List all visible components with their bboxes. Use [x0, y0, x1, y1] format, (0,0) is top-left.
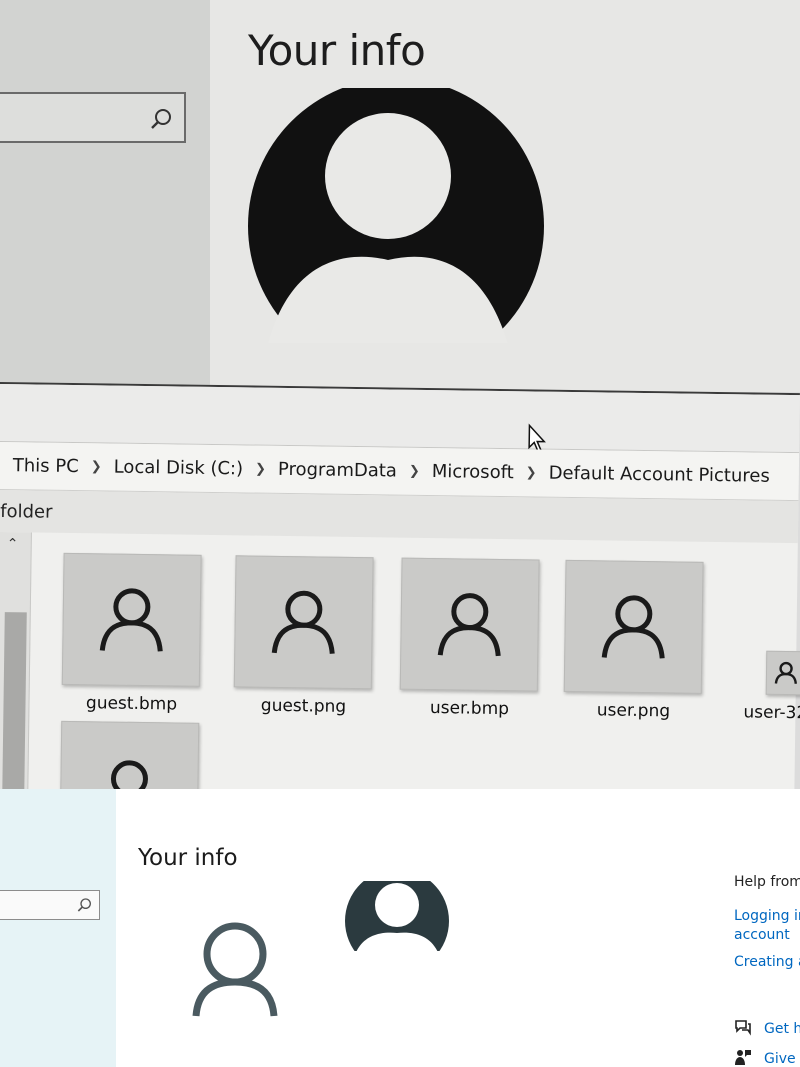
settings-search-box[interactable]: [0, 890, 100, 920]
user-icon: [774, 661, 798, 684]
give-feedback-label[interactable]: Give f: [764, 1051, 800, 1067]
file-thumbnail[interactable]: [399, 557, 540, 692]
file-name[interactable]: user-32: [743, 702, 800, 723]
breadcrumb-default-account-pictures[interactable]: Default Account Pictures: [548, 463, 769, 487]
breadcrumb-local-disk[interactable]: Local Disk (C:): [114, 457, 244, 480]
settings-sidebar: [0, 789, 116, 1067]
chat-help-icon: [734, 1018, 752, 1040]
file-name[interactable]: guest.png: [233, 695, 373, 717]
user-icon: [601, 595, 665, 659]
file-thumbnail[interactable]: [60, 720, 200, 795]
settings-sidebar: [0, 0, 210, 392]
chevron-right-icon: ❯: [408, 463, 420, 479]
page-title: Your info: [248, 26, 426, 75]
file-thumbnail[interactable]: [563, 559, 704, 694]
breadcrumb-this-pc[interactable]: This PC: [13, 455, 79, 477]
chevron-up-icon[interactable]: ⌃: [7, 536, 19, 552]
chevron-right-icon: ❯: [254, 461, 267, 477]
chevron-right-icon: ❯: [525, 465, 537, 481]
user-icon: [110, 760, 148, 794]
search-icon[interactable]: [77, 897, 93, 917]
navigation-pane[interactable]: ⌃: [0, 531, 32, 803]
give-feedback-link[interactable]: Give f: [734, 1048, 800, 1067]
user-icon: [437, 593, 501, 657]
help-link-logging-in[interactable]: Logging in: [734, 907, 800, 926]
file-item[interactable]: [60, 720, 201, 795]
help-link-creating[interactable]: Creating a: [734, 953, 800, 972]
breadcrumb-programdata[interactable]: ProgramData: [278, 459, 397, 482]
file-thumbnail[interactable]: [61, 552, 202, 687]
user-icon: [99, 588, 163, 652]
file-grid: guest.bmp guest.png user.bmp user.png us…: [60, 552, 800, 804]
search-icon[interactable]: [150, 107, 174, 135]
chevron-right-icon: ❯: [90, 459, 102, 475]
get-help-label[interactable]: Get h: [764, 1021, 800, 1037]
file-item-guest-bmp[interactable]: guest.bmp: [61, 552, 203, 715]
file-thumbnail[interactable]: [765, 650, 800, 696]
get-help-link[interactable]: Get h: [734, 1018, 800, 1040]
top-settings-window: Your info: [0, 0, 800, 392]
help-heading: Help from: [734, 874, 800, 890]
file-name[interactable]: guest.bmp: [61, 693, 201, 715]
file-name[interactable]: user.png: [563, 700, 703, 722]
user-avatar-icon: [192, 918, 278, 1022]
breadcrumb-microsoft[interactable]: Microsoft: [432, 461, 514, 483]
file-thumbnail[interactable]: [233, 555, 374, 690]
command-bar-label[interactable]: folder: [0, 501, 53, 523]
user-avatar-icon: [247, 88, 547, 352]
feedback-icon: [734, 1048, 752, 1067]
account-picture[interactable]: [345, 881, 451, 957]
page-title: Your info: [138, 845, 238, 871]
file-item-user-bmp[interactable]: user.bmp: [399, 557, 541, 720]
file-item-user-png[interactable]: user.png: [563, 559, 705, 722]
scrollbar-thumb[interactable]: [2, 612, 27, 803]
file-item-user-32[interactable]: user-32: [743, 650, 800, 723]
help-link-logging-in-continued[interactable]: account: [734, 926, 790, 945]
file-explorer-window: This PC ❯ Local Disk (C:) ❯ ProgramData …: [0, 382, 800, 804]
settings-search-box[interactable]: [0, 92, 186, 143]
file-item-guest-png[interactable]: guest.png: [233, 555, 375, 717]
file-name[interactable]: user.bmp: [399, 698, 539, 720]
user-icon: [271, 590, 335, 654]
